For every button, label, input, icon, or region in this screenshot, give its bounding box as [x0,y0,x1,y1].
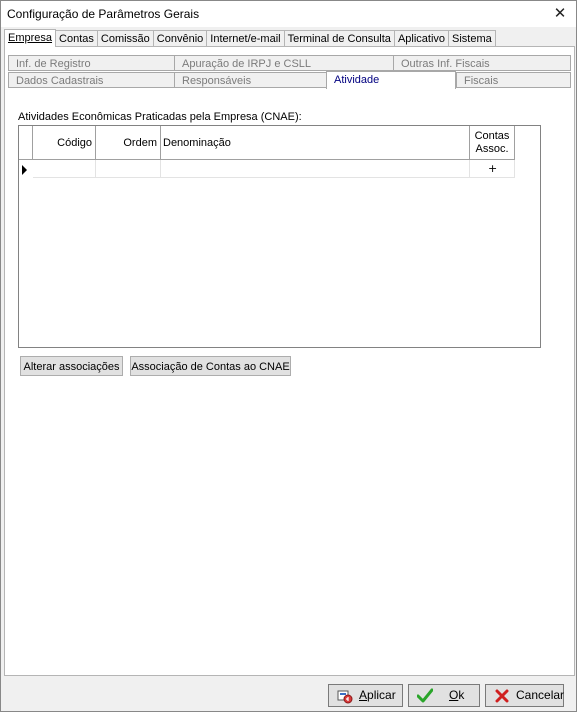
subtab-outras-inf-fiscais[interactable]: Outras Inf. Fiscais [393,55,571,71]
column-header-codigo[interactable]: Código [33,126,96,160]
close-button[interactable]: ✕ [544,1,576,27]
cell-codigo[interactable] [33,160,96,178]
tab-aplicativo[interactable]: Aplicativo [393,30,450,47]
associacao-contas-cnae-button[interactable]: Associação de Contas ao CNAE [130,356,291,376]
column-header-denominacao-label: Denominação [163,137,231,149]
tab-terminal-consulta[interactable]: Terminal de Consulta [283,30,395,47]
cancel-x-icon [495,689,509,703]
subtab-responsaveis[interactable]: Responsáveis [174,72,330,88]
cancelar-label: Cancelar [516,688,565,702]
ok-button[interactable]: Ok [408,684,480,707]
dialog-button-bar: Aplicar Ok Cancelar [1,677,576,711]
alterar-associacoes-button[interactable]: Alterar associações [20,356,123,376]
column-header-ordem[interactable]: Ordem [96,126,161,160]
tab-comissao[interactable]: Comissão [96,30,154,47]
tab-contas[interactable]: Contas [55,30,98,47]
tab-empresa[interactable]: Empresa [4,29,57,47]
cnae-section-label: Atividades Econômicas Praticadas pela Em… [18,111,302,123]
aplicar-label: plicar [367,688,396,702]
grid-indicator-header [19,126,33,160]
apply-icon [337,690,353,704]
title-bar: Configuração de Parâmetros Gerais ✕ [1,1,576,27]
subtab-inf-registro[interactable]: Inf. de Registro [8,55,178,71]
tab-sistema[interactable]: Sistema [448,30,496,47]
column-header-contas-assoc[interactable]: Contas Assoc. [470,126,515,160]
main-tab-strip: Empresa Contas Comissão Convênio Internet/e-… [4,29,496,47]
checkmark-icon [417,688,433,703]
subtab-dados-cadastrais[interactable]: Dados Cadastrais [8,72,178,88]
aplicar-button[interactable]: Aplicar [328,684,403,707]
column-header-assoc-label: Assoc. [475,143,509,155]
cell-denominacao[interactable] [161,160,470,178]
aplicar-mnemonic: A [359,688,368,702]
column-header-codigo-label: Código [57,137,92,149]
window-title: Configuração de Parâmetros Gerais [7,7,200,21]
current-row-indicator-icon [22,165,27,175]
cancelar-button[interactable]: Cancelar [485,684,564,707]
subtab-apuracao-irpj-csll[interactable]: Apuração de IRPJ e CSLL [174,55,397,71]
close-icon: ✕ [553,5,567,22]
subtab-fiscais[interactable]: Fiscais [456,72,571,88]
ok-label: k [458,688,465,702]
dialog-window: Configuração de Parâmetros Gerais ✕ Empr… [0,0,577,712]
ok-mnemonic: O [449,688,459,702]
tab-convenio[interactable]: Convênio [152,30,208,47]
tab-internet-email[interactable]: Internet/e-mail [206,30,285,47]
tab-panel-empresa: Inf. de Registro Apuração de IRPJ e CSLL… [4,46,575,676]
column-header-denominacao[interactable]: Denominação [161,126,470,160]
expand-plus-icon[interactable]: + [488,163,497,174]
subtab-atividade[interactable]: Atividade [326,71,456,89]
cnae-grid[interactable]: Código Ordem Denominação Contas Assoc. + [18,125,541,348]
cell-ordem[interactable] [96,160,161,178]
column-header-ordem-label: Ordem [123,137,157,149]
column-header-contas-label: Contas [474,130,510,142]
